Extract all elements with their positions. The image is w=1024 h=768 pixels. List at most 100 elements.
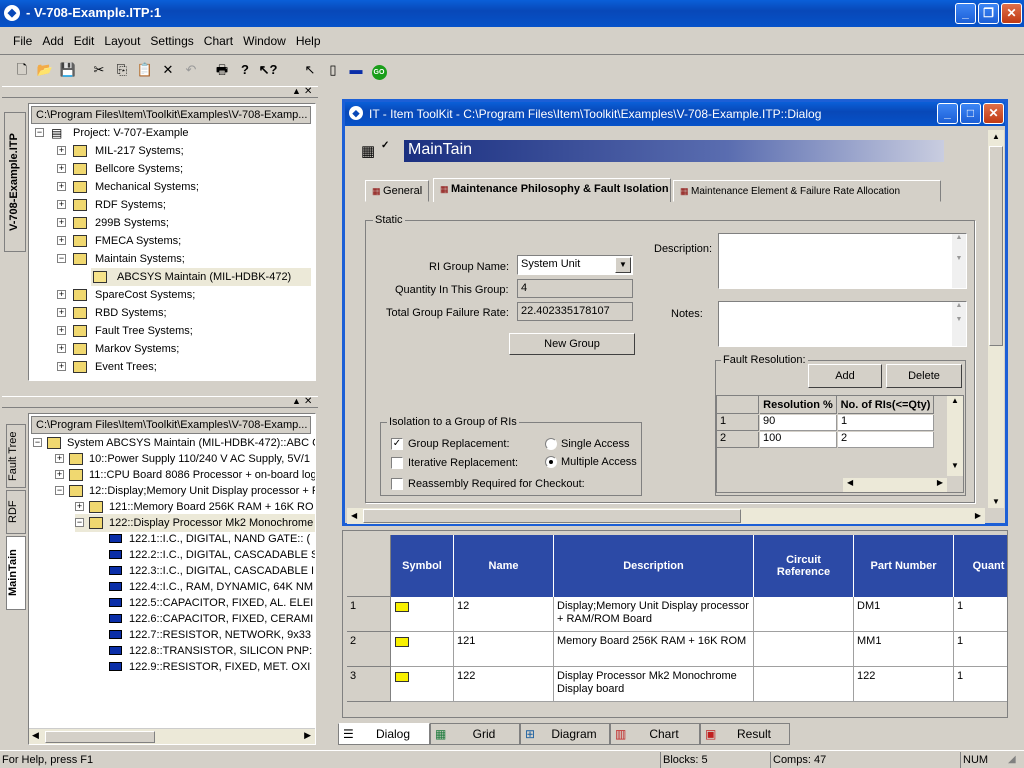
delete-icon[interactable]: ✕ bbox=[158, 60, 178, 80]
fr-hscroll[interactable]: ◀ ▶ bbox=[843, 478, 947, 492]
close-button[interactable]: ✕ bbox=[1001, 3, 1022, 24]
save-icon[interactable]: 💾 bbox=[58, 60, 78, 80]
copy-icon[interactable]: ⎘ bbox=[112, 60, 132, 80]
side-tab-rdf[interactable]: RDF bbox=[6, 490, 26, 534]
menu-edit[interactable]: Edit bbox=[69, 31, 100, 51]
restore-button[interactable]: ❐ bbox=[978, 3, 999, 24]
tree-item[interactable]: + FMECA Systems; bbox=[57, 232, 287, 250]
grid-symbol-cell[interactable] bbox=[391, 667, 454, 702]
top-tree-view[interactable]: C:\Program Files\Item\Toolkit\Examples\V… bbox=[28, 103, 316, 381]
tree-item[interactable]: ABCSYS Maintain (MIL-HDBK-472) bbox=[91, 268, 311, 286]
grid-col-symbol[interactable]: Symbol bbox=[391, 535, 454, 597]
fr-row-1-res[interactable]: 90 bbox=[760, 415, 837, 431]
tab-general[interactable]: ▦ General bbox=[365, 180, 429, 202]
side-tab-file[interactable]: V-708-Example.ITP bbox=[4, 112, 26, 252]
single-access-radio[interactable] bbox=[545, 438, 557, 450]
grid-description-cell[interactable]: Display Processor Mk2 Monochrome Display… bbox=[554, 667, 754, 702]
menu-file[interactable]: File bbox=[8, 31, 37, 51]
tab-maintenance-philosophy[interactable]: ▦ Maintenance Philosophy & Fault Isolati… bbox=[433, 178, 671, 202]
grid-part-cell[interactable]: 122 bbox=[854, 667, 954, 702]
tree-item[interactable]: + SpareCost Systems; bbox=[57, 286, 287, 304]
expand-icon[interactable]: + bbox=[57, 164, 66, 173]
expand-icon[interactable]: + bbox=[57, 218, 66, 227]
grid-symbol-cell[interactable] bbox=[391, 597, 454, 632]
ri-icon[interactable]: ▬ bbox=[346, 60, 366, 80]
tab-dialog[interactable]: ☰ Dialog bbox=[338, 723, 430, 745]
menu-chart[interactable]: Chart bbox=[199, 31, 238, 51]
expand-icon[interactable]: + bbox=[57, 146, 66, 155]
expand-icon[interactable]: + bbox=[57, 236, 66, 245]
tab-maintenance-element[interactable]: ▦ Maintenance Element & Failure Rate All… bbox=[673, 180, 941, 202]
grid-col-description[interactable]: Description bbox=[554, 535, 754, 597]
fr-row-2-ris[interactable]: 2 bbox=[838, 432, 934, 448]
menu-window[interactable]: Window bbox=[238, 31, 291, 51]
tree-item[interactable]: − Maintain Systems; bbox=[57, 250, 287, 268]
undo-icon[interactable]: ↶ bbox=[181, 60, 201, 80]
pointer-icon[interactable]: ↖ bbox=[300, 60, 320, 80]
notes-field[interactable]: ▲ ▼ bbox=[718, 301, 967, 347]
bottom-tree-view[interactable]: C:\Program Files\Item\Toolkit\Examples\V… bbox=[28, 413, 316, 745]
fr-row-2-res[interactable]: 100 bbox=[760, 432, 837, 448]
tree-item[interactable]: + MIL-217 Systems; bbox=[57, 142, 287, 160]
fr-vscroll[interactable]: ▲ ▼ bbox=[947, 396, 963, 476]
grid-circuit-cell[interactable] bbox=[754, 632, 854, 667]
notes-scrollbar[interactable]: ▲ ▼ bbox=[952, 302, 966, 346]
resize-grip-icon[interactable]: ◢ bbox=[1008, 754, 1016, 765]
grid-name-cell[interactable]: 121 bbox=[454, 632, 554, 667]
menu-add[interactable]: Add bbox=[37, 31, 68, 51]
dialog-hscroll[interactable]: ◀ ▶ bbox=[347, 508, 985, 524]
tree-item[interactable]: + Bellcore Systems; bbox=[57, 160, 287, 178]
tree-item[interactable]: + Fault Tree Systems; bbox=[57, 322, 287, 340]
help-icon[interactable]: ? bbox=[235, 60, 255, 80]
expand-icon[interactable]: + bbox=[57, 200, 66, 209]
new-icon[interactable]: 🗋 bbox=[12, 60, 32, 80]
tree-item[interactable]: + RBD Systems; bbox=[57, 304, 287, 322]
pane-pin-icon[interactable]: ▲ bbox=[292, 86, 301, 96]
expand-icon[interactable]: + bbox=[57, 308, 66, 317]
add-button[interactable]: Add bbox=[808, 364, 882, 388]
grid-name-cell[interactable]: 122 bbox=[454, 667, 554, 702]
tab-grid[interactable]: ▦ Grid bbox=[430, 723, 520, 745]
open-icon[interactable]: 📂 bbox=[35, 60, 55, 80]
cut-icon[interactable]: ✂ bbox=[89, 60, 109, 80]
grid-col-name[interactable]: Name bbox=[454, 535, 554, 597]
description-scrollbar[interactable]: ▲ ▼ bbox=[952, 234, 966, 288]
tree-item[interactable]: + Mechanical Systems; bbox=[57, 178, 287, 196]
tree-item[interactable]: + Markov Systems; bbox=[57, 340, 287, 358]
side-tab-maintain[interactable]: MainTain bbox=[6, 536, 26, 610]
minimize-button[interactable]: _ bbox=[955, 3, 976, 24]
grid-symbol-cell[interactable] bbox=[391, 632, 454, 667]
fr-col-resolution[interactable]: Resolution % bbox=[760, 396, 837, 414]
tab-result[interactable]: ▣ Result bbox=[700, 723, 790, 745]
go-icon[interactable]: GO bbox=[369, 60, 389, 80]
side-tab-fault-tree[interactable]: Fault Tree bbox=[6, 424, 26, 488]
description-field[interactable]: ▲ ▼ bbox=[718, 233, 967, 289]
grid-qty-cell[interactable]: 1 bbox=[954, 667, 1007, 702]
collapse-icon[interactable]: − bbox=[75, 518, 84, 527]
chevron-down-icon[interactable]: ▼ bbox=[615, 257, 631, 273]
expand-icon[interactable]: + bbox=[75, 502, 84, 511]
grid-col-part-number[interactable]: Part Number bbox=[854, 535, 954, 597]
expand-icon[interactable]: + bbox=[57, 344, 66, 353]
reassembly-checkbox[interactable] bbox=[391, 478, 403, 490]
fault-resolution-grid[interactable]: Resolution % No. of RIs(<=Qty) 1 90 1 2 … bbox=[716, 395, 964, 493]
menu-layout[interactable]: Layout bbox=[99, 31, 145, 51]
grid-part-cell[interactable]: DM1 bbox=[854, 597, 954, 632]
group-replacement-checkbox[interactable]: ✓ bbox=[391, 438, 403, 450]
grid-col-circuit-reference[interactable]: Circuit Reference bbox=[754, 535, 854, 597]
expand-icon[interactable]: + bbox=[55, 454, 64, 463]
grid-qty-cell[interactable]: 1 bbox=[954, 597, 1007, 632]
collapse-icon[interactable]: − bbox=[55, 486, 64, 495]
expand-icon[interactable]: + bbox=[57, 182, 66, 191]
tab-chart[interactable]: ▥ Chart bbox=[610, 723, 700, 745]
tree-item[interactable]: 122.9::RESISTOR, FIXED, MET. OXI bbox=[105, 658, 315, 676]
paste-icon[interactable]: 📋 bbox=[135, 60, 155, 80]
grid-circuit-cell[interactable] bbox=[754, 597, 854, 632]
expand-icon[interactable]: + bbox=[55, 470, 64, 479]
grid-col-quantity[interactable]: Quant bbox=[954, 535, 1007, 597]
dialog-close-button[interactable]: ✕ bbox=[983, 103, 1004, 124]
fr-row-1-ris[interactable]: 1 bbox=[838, 415, 934, 431]
grid-qty-cell[interactable]: 1 bbox=[954, 632, 1007, 667]
grid-circuit-cell[interactable] bbox=[754, 667, 854, 702]
pane-pin-icon-2[interactable]: ▲ bbox=[292, 396, 301, 406]
